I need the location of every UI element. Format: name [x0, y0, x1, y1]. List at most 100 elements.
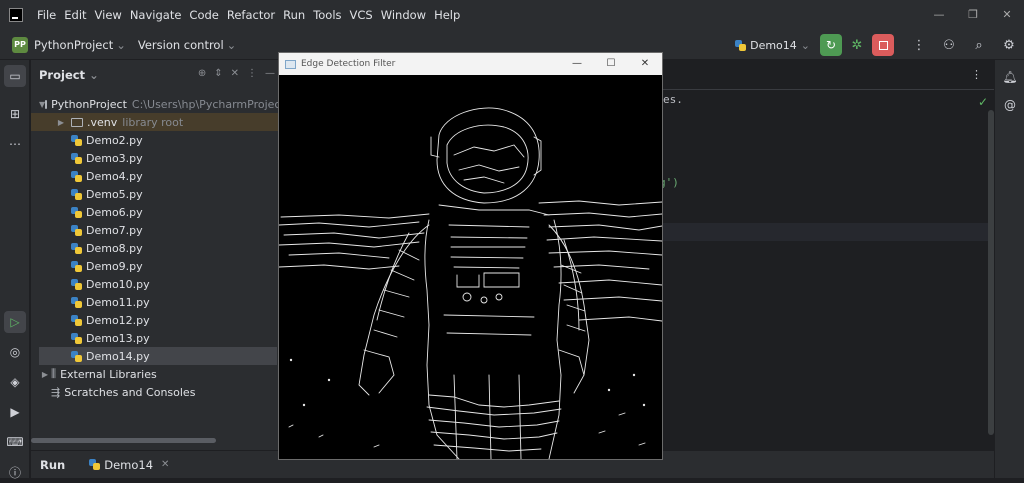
menu-refactor[interactable]: Refactor [227, 8, 275, 22]
left-tool-strip: ▭ ⊞ ⋯ ▷ ◎ ◈ ▶ ⌨ ⓘ [0, 60, 30, 480]
run-tab-label: Demo14 [104, 457, 154, 472]
tree-item-file[interactable]: Demo12.py [31, 311, 279, 329]
run-tool-icon[interactable]: ▷ [4, 311, 26, 333]
tree-root-project[interactable]: ▼ PythonProject C:\Users\hp\PycharmProje… [31, 95, 291, 113]
hide-panel-icon[interactable]: — [265, 68, 275, 79]
tree-item-venv[interactable]: ▶ .venv library root [31, 113, 279, 131]
tree-item-file[interactable]: Demo7.py [31, 221, 279, 239]
python-console-icon[interactable]: ◎ [4, 341, 26, 363]
python-file-icon [89, 459, 101, 470]
menu-navigate[interactable]: Navigate [130, 8, 182, 22]
python-file-icon [71, 350, 82, 362]
version-control-dropdown[interactable]: Version control [138, 38, 224, 52]
folder-icon [71, 117, 83, 127]
python-file-icon [71, 242, 82, 254]
menu-run[interactable]: Run [283, 8, 305, 22]
chevron-down-icon: ⌄ [116, 37, 126, 52]
project-name-dropdown[interactable]: PythonProject [34, 38, 113, 52]
problems-icon[interactable]: ⓘ [4, 461, 26, 483]
close-icon[interactable]: ✕ [990, 0, 1024, 30]
library-icon: ⫼ [51, 367, 57, 380]
minimize-icon[interactable]: — [922, 0, 956, 30]
project-folder-icon[interactable]: ▭ [4, 65, 26, 87]
popup-close-icon[interactable]: ✕ [628, 53, 662, 75]
check-icon: ✓ [977, 95, 988, 109]
menu-view[interactable]: View [95, 8, 122, 22]
menu-edit[interactable]: Edit [64, 8, 86, 22]
editor-vertical-scrollbar[interactable] [988, 110, 994, 435]
chevron-right-icon: ▶ [57, 117, 65, 127]
tree-item-external-libraries[interactable]: ▶ ⫼ External Libraries [31, 365, 279, 383]
collapse-all-icon[interactable]: ✕ [231, 68, 239, 79]
file-name: Demo12.py [86, 313, 150, 327]
rerun-button[interactable]: ↻ [820, 34, 842, 56]
tree-item-file[interactable]: Demo6.py [31, 203, 279, 221]
tree-item-scratches[interactable]: ⇶ Scratches and Consoles [31, 383, 279, 401]
close-tab-icon[interactable]: ✕ [161, 459, 169, 470]
project-horizontal-scrollbar[interactable] [31, 438, 279, 446]
tree-item-file[interactable]: Demo4.py [31, 167, 279, 185]
run-label: Run [40, 457, 66, 472]
tree-item-file[interactable]: Demo11.py [31, 293, 279, 311]
locate-icon[interactable]: ⊕ [198, 68, 206, 79]
menu-tools[interactable]: Tools [313, 8, 341, 22]
menu-window[interactable]: Window [381, 8, 426, 22]
python-file-icon [71, 224, 82, 236]
python-file-icon [71, 134, 82, 146]
popup-minimize-icon[interactable]: — [560, 53, 594, 75]
settings-gear-icon[interactable]: ⚙ [994, 38, 1024, 53]
expand-all-icon[interactable]: ⇕ [214, 68, 222, 79]
debug-icon[interactable]: ✲ [848, 38, 866, 53]
file-name: Demo7.py [86, 223, 143, 237]
menu-help[interactable]: Help [434, 8, 460, 22]
more-tools-icon[interactable]: ⋯ [4, 133, 26, 155]
tree-item-file[interactable]: Demo5.py [31, 185, 279, 203]
editor-options-icon[interactable]: ⋮ [971, 68, 982, 81]
add-user-icon[interactable]: ⚇ [934, 38, 964, 53]
more-actions-icon[interactable]: ⋮ [904, 38, 934, 53]
root-path: C:\Users\hp\PycharmProjects [131, 97, 291, 111]
chevron-down-icon: ⌄ [226, 37, 237, 52]
project-badge[interactable]: PP [12, 36, 28, 53]
python-file-icon [71, 170, 82, 182]
ai-assistant-icon[interactable]: @ [999, 94, 1021, 116]
run-config-label: Demo14 [750, 38, 797, 52]
python-file-icon [71, 296, 82, 308]
tree-item-file-selected[interactable]: Demo14.py [39, 347, 277, 365]
file-name: Demo6.py [86, 205, 143, 219]
tree-item-file[interactable]: Demo2.py [31, 131, 279, 149]
file-name: Demo9.py [86, 259, 143, 273]
run-tab-demo14[interactable]: Demo14 ✕ [89, 458, 169, 472]
stop-icon [878, 40, 888, 50]
astronaut-edge-drawing [279, 107, 662, 459]
tree-item-file[interactable]: Demo10.py [31, 275, 279, 293]
python-file-icon [71, 314, 82, 326]
edge-detection-window[interactable]: Edge Detection Filter — ☐ ✕ [278, 52, 663, 460]
tree-item-file[interactable]: Demo3.py [31, 149, 279, 167]
menu-code[interactable]: Code [189, 8, 218, 22]
root-name: PythonProject [51, 97, 127, 111]
venv-note: library root [122, 115, 184, 129]
structure-icon[interactable]: ⊞ [4, 103, 26, 125]
python-packages-icon[interactable]: ◈ [4, 371, 26, 393]
popup-maximize-icon[interactable]: ☐ [594, 53, 628, 75]
chevron-down-icon: ⌄ [800, 38, 810, 52]
file-name: Demo5.py [86, 187, 143, 201]
restore-icon[interactable]: ❐ [956, 0, 990, 30]
tree-item-file[interactable]: Demo8.py [31, 239, 279, 257]
notifications-bell-icon[interactable]: 🔔︎ [999, 66, 1021, 88]
file-name: Demo13.py [86, 331, 150, 345]
terminal-icon[interactable]: ⌨ [4, 431, 26, 453]
project-panel-title[interactable]: Project [39, 68, 85, 82]
popup-title: Edge Detection Filter [301, 59, 396, 69]
tree-item-file[interactable]: Demo13.py [31, 329, 279, 347]
run-config-selector[interactable]: Demo14 ⌄ [735, 39, 810, 52]
stop-button[interactable] [872, 34, 894, 56]
services-icon[interactable]: ▶ [4, 401, 26, 423]
code-fragment: es. [663, 93, 683, 106]
menu-vcs[interactable]: VCS [350, 8, 373, 22]
options-icon[interactable]: ⋮ [247, 68, 257, 79]
search-icon[interactable]: ⌕ [964, 38, 994, 53]
tree-item-file[interactable]: Demo9.py [31, 257, 279, 275]
menu-file[interactable]: File [37, 8, 56, 22]
